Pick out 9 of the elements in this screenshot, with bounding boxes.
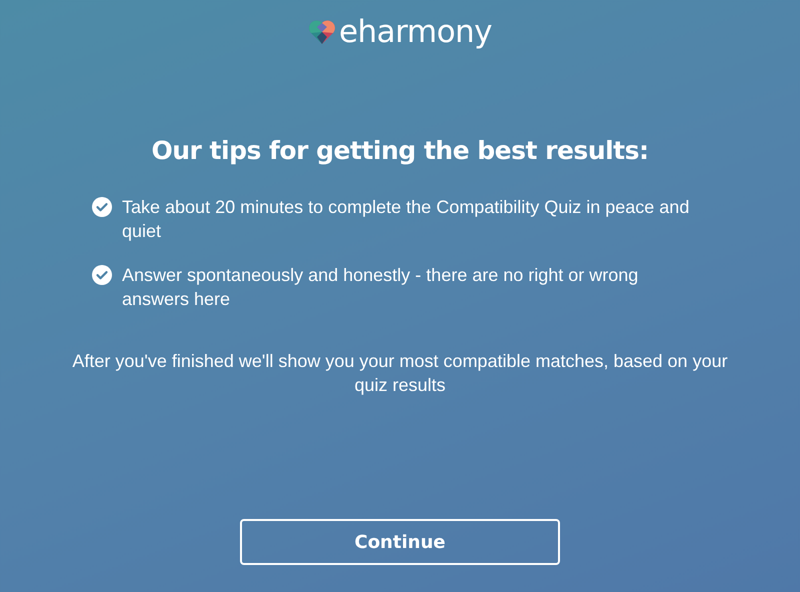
check-circle-icon (92, 197, 112, 217)
tip-text: Answer spontaneously and honestly - there are no right or wrong answers here (122, 264, 640, 311)
page-title: Our tips for getting the best results: (151, 136, 649, 165)
logo-text: eharmony (338, 14, 492, 50)
check-circle-icon (92, 265, 112, 285)
continue-button[interactable]: Continue (240, 519, 560, 565)
heart-logo-icon (308, 18, 336, 46)
tip-text: Take about 20 minutes to complete the Compatibility Quiz in peace and quiet (122, 196, 690, 243)
info-text: After you've finished we'll show you your most compatible matches, based on your quiz results (71, 350, 729, 397)
